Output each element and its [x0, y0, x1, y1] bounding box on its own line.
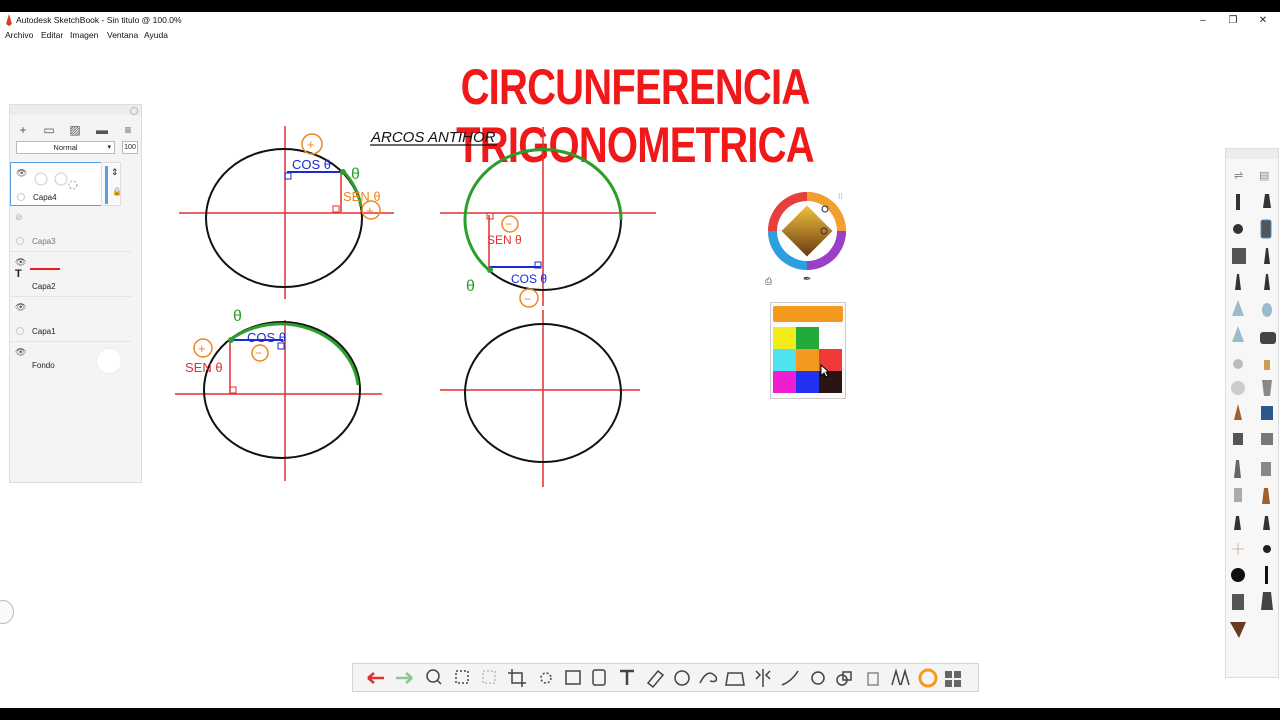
add-image-icon[interactable]: ▨	[68, 123, 82, 137]
drawing-canvas[interactable]: ARCOS ANTIHOR COS θ SEN θ + + θ COS θ SE…	[0, 0, 1280, 720]
panel-close-icon[interactable]	[130, 107, 138, 115]
background-color-swatch[interactable]	[96, 348, 122, 374]
ruler-icon	[646, 669, 665, 689]
layer-row-capa2[interactable]: 👁 T Capa2	[10, 252, 131, 297]
circle-diagram-2: COS θ SEN θ − − θ	[440, 127, 656, 308]
minus-sign-2b: −	[524, 292, 531, 306]
bottom-toolbar-icons[interactable]	[352, 663, 979, 692]
move-icon	[540, 672, 552, 684]
print-icon[interactable]: ⎙	[765, 276, 772, 287]
crop-icon	[508, 669, 526, 687]
brush-panel-grip[interactable]	[1226, 149, 1278, 159]
layers-panel-grip[interactable]	[10, 105, 141, 115]
clear-layer-icon[interactable]: ▬	[95, 123, 109, 137]
layer-row-fondo[interactable]: 👁 Fondo	[10, 342, 131, 378]
plus-sign-1b: +	[366, 203, 374, 218]
layers-panel: + ▭ ▨ ▬ ≡ Normal ▾ 100 👁 Capa4 ⊘ Capa3 👁 …	[9, 104, 142, 483]
screen-bottom-border	[0, 708, 1280, 720]
theta-3: θ	[233, 308, 242, 325]
layer-row-capa3[interactable]: ⊘ Capa3	[10, 207, 131, 252]
theta-1: θ	[351, 166, 360, 183]
circle-diagram-4	[440, 310, 640, 487]
layer-name: Capa1	[32, 327, 56, 336]
cos-label-3: COS θ	[247, 330, 286, 345]
swatch-magenta[interactable]	[773, 371, 796, 393]
copic-icon	[945, 671, 952, 678]
color-swatch-panel	[770, 302, 846, 399]
current-color-swatch[interactable]	[773, 306, 843, 322]
color-wheel-puck[interactable]	[764, 190, 850, 276]
swatch-green[interactable]	[796, 327, 819, 349]
layer-opacity-bar[interactable]	[105, 166, 108, 204]
grid-icon[interactable]: ⁝⁝	[838, 192, 843, 201]
lock-dot[interactable]	[16, 237, 24, 245]
cos-label-2: COS θ	[511, 272, 547, 286]
sen-label-2: SEN θ	[487, 233, 522, 247]
swatch-blue[interactable]	[796, 371, 819, 393]
redo-icon	[396, 672, 413, 684]
text-icon	[620, 669, 634, 685]
layer-row-capa4[interactable]: 👁 Capa4	[10, 162, 105, 206]
minus-sign-2: −	[505, 217, 512, 231]
layer-side-controls: ⇕ 🔒	[101, 162, 122, 206]
chevron-down-icon: ▾	[107, 144, 111, 151]
select-icon	[455, 670, 469, 684]
french-curve-icon	[699, 672, 718, 684]
move-layer-icon[interactable]: ⇕	[111, 167, 119, 178]
eye-icon[interactable]: 👁	[15, 347, 26, 358]
swatch-cyan[interactable]	[773, 349, 796, 371]
swatch-yellow[interactable]	[773, 327, 796, 349]
layer-row-capa1[interactable]: 👁 Capa1	[10, 297, 131, 342]
plus-sign-3: +	[198, 341, 206, 356]
layer-name: Capa2	[32, 282, 56, 291]
brush-grid[interactable]	[1225, 190, 1279, 650]
eyedropper-icon[interactable]: ✒	[803, 274, 811, 285]
layer-name: Capa4	[33, 193, 57, 202]
swatch-white[interactable]	[819, 327, 842, 349]
brush-library-icon[interactable]: ▤	[1259, 169, 1269, 182]
plus-sign-1: +	[307, 137, 315, 152]
layer-thumbnail	[30, 268, 60, 270]
brush-settings-icon[interactable]: ⇌	[1234, 169, 1243, 182]
layer-name: Fondo	[32, 361, 55, 370]
ellipse-guide-icon	[674, 670, 690, 686]
undo-icon	[367, 672, 384, 684]
circle-diagram-1: COS θ SEN θ + + θ	[179, 126, 394, 299]
lock-dot[interactable]	[17, 193, 25, 201]
lock-icon[interactable]: 🔒	[112, 187, 122, 196]
eye-icon[interactable]: 👁	[15, 257, 26, 268]
text-layer-icon: T	[15, 268, 22, 280]
theta-2: θ	[466, 278, 475, 295]
blend-mode-value: Normal	[53, 143, 78, 152]
unit-circle-1	[205, 148, 363, 288]
transform-icon	[482, 670, 496, 684]
fill-icon	[592, 669, 606, 686]
blend-mode-select[interactable]: Normal ▾	[16, 141, 115, 154]
symmetry-icon	[755, 669, 771, 687]
layer-name: Capa3	[32, 237, 56, 246]
layers-icon	[867, 672, 879, 686]
canvas-subtitle: ARCOS ANTIHOR	[370, 129, 496, 146]
minus-sign-3: −	[255, 346, 262, 360]
color-wheel-icon	[918, 668, 938, 688]
sen-label-3: SEN θ	[185, 360, 223, 375]
layer-menu-icon[interactable]: ≡	[121, 123, 135, 137]
lock-dot[interactable]	[16, 327, 24, 335]
distort-icon	[565, 670, 581, 685]
brush-library-icon	[891, 668, 910, 686]
layer-thumbnail	[34, 172, 78, 190]
perspective-icon	[725, 672, 745, 686]
add-layer-icon[interactable]: +	[16, 123, 30, 137]
cos-label-1: COS θ	[292, 157, 331, 172]
stroke-icon	[781, 670, 799, 686]
shape-icon	[811, 671, 825, 685]
circle-diagram-3: COS θ SEN θ + − θ	[175, 308, 382, 481]
eye-icon[interactable]: 👁	[15, 302, 26, 313]
opacity-field[interactable]: 100	[122, 141, 138, 154]
mouse-cursor-icon	[820, 364, 830, 378]
add-group-icon[interactable]: ▭	[42, 123, 56, 137]
eye-icon[interactable]: 👁	[16, 168, 27, 179]
swatch-orange[interactable]	[796, 349, 819, 371]
eye-hidden-icon[interactable]: ⊘	[15, 212, 23, 223]
